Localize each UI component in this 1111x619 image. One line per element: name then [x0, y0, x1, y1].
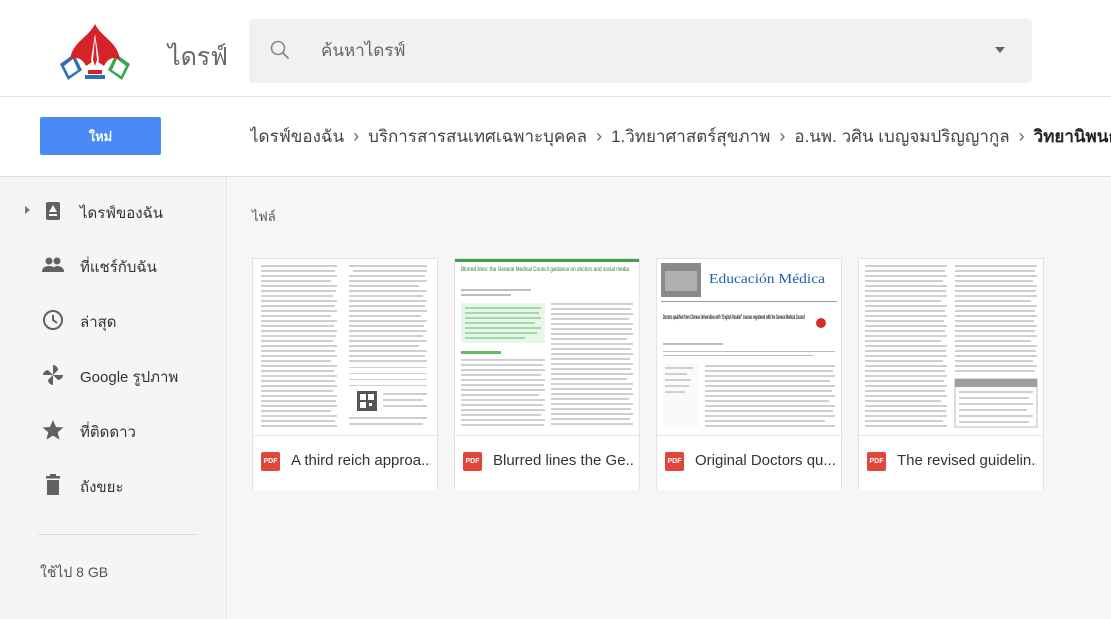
file-info[interactable]: PDF A third reich approa...: [253, 436, 437, 490]
clock-icon: [43, 310, 63, 330]
file-card[interactable]: Educación Médica Doctors qualified from …: [656, 258, 842, 490]
preview-title: Blurred lines: the General Medical Counc…: [461, 266, 629, 273]
sidebar-item-label: ถังขยะ: [80, 479, 124, 496]
pinwheel-icon: [43, 365, 63, 385]
storage-usage[interactable]: ใช้ไป 8 GB: [40, 562, 108, 584]
breadcrumb-separator: ›: [779, 126, 786, 146]
file-thumbnail[interactable]: [859, 259, 1043, 436]
sidebar: ไดรฟ์ของฉัน ที่แชร์กับฉัน ล่าสุด Google …: [0, 177, 227, 619]
pdf-file-icon: PDF: [665, 452, 684, 471]
sidebar-item-recent[interactable]: ล่าสุด: [0, 300, 227, 340]
file-info[interactable]: PDF Original Doctors qu...: [657, 436, 841, 490]
breadcrumb-separator: ›: [596, 126, 603, 146]
expand-arrow-icon[interactable]: [25, 206, 30, 214]
search-icon[interactable]: [269, 39, 291, 61]
preview-journal-name: Educación Médica: [709, 272, 826, 287]
breadcrumb: ไดรฟ์ของฉัน › บริการสารสนเทศเฉพาะบุคคล › 1.ว…: [250, 123, 1111, 151]
file-name[interactable]: The revised guidelin...: [897, 452, 1037, 469]
pdf-file-icon: PDF: [261, 452, 280, 471]
search-options-dropdown-icon[interactable]: [995, 47, 1005, 53]
search-bar[interactable]: [249, 19, 1032, 83]
file-name[interactable]: Original Doctors qu...: [695, 452, 835, 469]
shared-people-icon: [42, 257, 64, 272]
sidebar-item-label: ที่แชร์กับฉัน: [80, 259, 157, 276]
breadcrumb-separator: ›: [353, 126, 360, 146]
sidebar-item-google-photos[interactable]: Google รูปภาพ: [0, 355, 227, 395]
file-list-area: ไฟล์ PDF A third reich approa... Blurred…: [228, 177, 1111, 619]
file-thumbnail[interactable]: Educación Médica Doctors qualified from …: [657, 259, 841, 436]
sidebar-item-label: ที่ติดดาว: [80, 424, 136, 441]
sidebar-item-label: Google รูปภาพ: [80, 369, 179, 386]
sidebar-item-label: ล่าสุด: [80, 314, 117, 331]
sidebar-item-label: ไดรฟ์ของฉัน: [80, 205, 164, 222]
breadcrumb-item[interactable]: ไดรฟ์ของฉัน: [250, 123, 344, 150]
file-info[interactable]: PDF The revised guidelin...: [859, 436, 1043, 490]
breadcrumb-separator: ›: [1018, 126, 1025, 146]
file-name[interactable]: A third reich approa...: [291, 452, 431, 469]
sidebar-item-trash[interactable]: ถังขยะ: [0, 465, 227, 505]
new-button[interactable]: ใหม่: [40, 117, 161, 155]
university-logo[interactable]: [52, 20, 138, 86]
file-thumbnail[interactable]: [253, 259, 437, 436]
file-card[interactable]: PDF A third reich approa...: [252, 258, 438, 490]
drive-icon: [46, 202, 60, 220]
breadcrumb-item[interactable]: บริการสารสนเทศเฉพาะบุคคล: [368, 123, 587, 150]
sidebar-item-my-drive[interactable]: ไดรฟ์ของฉัน: [0, 191, 227, 231]
star-icon: [42, 420, 64, 440]
preview-title: Doctors qualified from Chinese Universit…: [663, 314, 805, 321]
sidebar-item-shared-with-me[interactable]: ที่แชร์กับฉัน: [0, 245, 227, 285]
pdf-file-icon: PDF: [463, 452, 482, 471]
trash-icon: [46, 474, 60, 495]
app-title: ไดรฟ์: [168, 43, 228, 71]
breadcrumb-item[interactable]: อ.นพ. วศิน เบญจมปริญญากูล: [794, 123, 1009, 150]
file-card[interactable]: Blurred lines: the General Medical Counc…: [454, 258, 640, 490]
file-info[interactable]: PDF Blurred lines the Ge...: [455, 436, 639, 490]
sidebar-item-starred[interactable]: ที่ติดดาว: [0, 410, 227, 450]
breadcrumb-item[interactable]: 1.วิทยาศาสตร์สุขภาพ: [611, 123, 770, 150]
sidebar-divider: [38, 534, 198, 535]
search-input[interactable]: [321, 36, 941, 66]
file-thumbnail[interactable]: Blurred lines: the General Medical Counc…: [455, 259, 639, 436]
file-card[interactable]: PDF The revised guidelin...: [858, 258, 1044, 490]
files-section-heading: ไฟล์: [252, 209, 276, 224]
file-name[interactable]: Blurred lines the Ge...: [493, 452, 633, 469]
action-bar: ใหม่ ไดรฟ์ของฉัน › บริการสารสนเทศเฉพาะบุคค…: [0, 97, 1111, 177]
breadcrumb-current-folder[interactable]: วิทยานิพนธ์: [1034, 123, 1111, 150]
top-bar: ไดรฟ์: [0, 0, 1111, 97]
pdf-file-icon: PDF: [867, 452, 886, 471]
